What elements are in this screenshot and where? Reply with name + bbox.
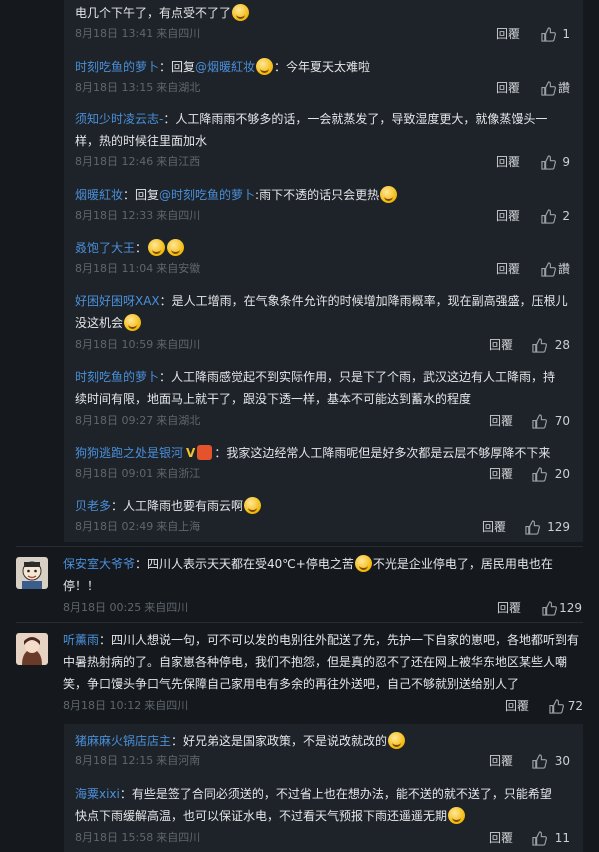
reply-meta: 8月18日 13:15 来自湖北 [75,81,201,94]
reply-button[interactable]: 回覆 [496,24,520,44]
reply-button[interactable]: 回覆 [489,464,513,484]
user-name-link[interactable]: 叒饱了大王 [75,241,135,255]
comment-text: 听薰雨：四川人想说一句，可不可以发的电别往外配送了先，先护一下自家的崽吧，各地都… [63,633,580,691]
like-count: 30 [554,754,570,768]
reply-text: 时刻吃鱼的萝卜：回复@烟暖紅妆 ：今年夏天太难啦 [75,58,371,75]
reply-button[interactable]: 回覆 [489,828,513,848]
reply-button[interactable]: 回覆 [482,517,506,537]
reply-text: 好困好困呀XAX：是人工增雨，在气象条件允许的时候增加降雨概率，现在副高强盛，压… [75,294,568,331]
reply-meta: 8月18日 13:41 来自四川 [75,27,201,40]
reply-text: 须知少时凌云志-：人工降雨雨不够多的话，一会就蒸发了，导致湿度更大，就像蒸馒头一… [75,112,548,148]
sad-emoji-icon [380,186,398,203]
like-count: 129 [547,520,570,534]
like-count: 2 [562,209,570,223]
reply-text: 贝老多：人工降雨也要有雨云啊 [75,495,575,517]
avatar[interactable] [16,633,48,665]
sad-emoji-icon [448,807,466,824]
user-name-link[interactable]: 时刻吃鱼的萝卜 [75,370,159,384]
reply-meta: 8月18日 09:01 来自浙江 [75,467,201,480]
user-name-link[interactable]: 狗狗逃跑之处是银河 [75,446,183,460]
reply-button[interactable]: 回覆 [496,259,520,279]
user-name-link[interactable]: 好困好困呀XAX [75,294,160,308]
reply-text: 叒饱了大王： [75,237,575,259]
reply-button[interactable]: 回覆 [496,78,520,98]
crying-emoji-icon [167,239,185,256]
comment-text: 保安室大爷爷：四川人表示天天都在受40℃+停电之苦 不光是企业停电了，居民用电也在… [63,555,553,593]
reply-button[interactable]: 回覆 [489,751,513,771]
user-name-link[interactable]: 猪麻麻火锅店店主 [75,734,171,748]
reply-meta: 8月18日 09:27 来自湖北 [75,414,201,427]
like-count: 129 [559,601,582,615]
laughing-emoji-icon [388,732,406,749]
like-count: 11 [554,831,570,845]
reply-button[interactable]: 回覆 [505,696,529,716]
divider [16,546,583,547]
comment-meta: 8月18日 00:25 来自四川 [63,601,189,614]
laughing-emoji-icon [124,314,142,331]
reply-meta: 8月18日 15:58 来自四川 [75,831,201,844]
user-name-link[interactable]: 听薰雨 [63,633,99,647]
like-count: 讚 [557,262,570,276]
crying-emoji-icon [148,239,166,256]
reply-meta: 8月18日 12:46 来自江西 [75,155,201,168]
laughing-emoji-icon [244,497,262,514]
laughing-emoji-icon [232,4,250,21]
like-count: 讚 [557,81,570,95]
comment-meta: 8月18日 10:12 来自四川 [63,699,189,712]
mention-link[interactable]: @烟暖紅妆 [195,60,255,74]
comment-thread: 电几个下午了，有点受不了了 8月18日 13:41 来自四川 回覆 1 时刻吃鱼的… [0,0,599,852]
like-count: 20 [554,467,570,481]
like-count: 72 [567,699,583,713]
reply-button[interactable]: 回覆 [496,152,520,172]
reply-text: 猪麻麻火锅店店主：好兄弟这是国家政策，不是说改就改的 [75,730,575,752]
user-name-link[interactable]: 须知少时凌云志- [75,112,163,126]
like-count: 1 [562,27,570,41]
like-count: 70 [554,414,570,428]
user-name-link[interactable]: 时刻吃鱼的萝卜 [75,60,159,74]
reply-text: 时刻吃鱼的萝卜：人工降雨感觉起不到实际作用，只是下了个雨，武汉这边有人工降雨，持… [75,370,556,406]
user-name-link[interactable]: 烟暖紅妆 [75,188,123,202]
user-name-link[interactable]: 海粟xixi [75,787,120,801]
verified-badge-icon: V [186,446,196,460]
reply-button[interactable]: 回覆 [489,335,513,355]
like-count: 9 [562,155,570,169]
reply-button[interactable]: 回覆 [497,598,521,618]
reply-meta: 8月18日 10:59 来自四川 [75,338,201,351]
reply-meta: 8月18日 12:33 来自四川 [75,209,201,222]
user-name-link[interactable]: 贝老多 [75,499,111,513]
reply-text: 烟暖紅妆：回复@时刻吃鱼的萝卜:雨下不透的话只会更热 [75,184,575,206]
reply-meta: 8月18日 02:49 来自上海 [75,520,201,533]
user-name-link[interactable]: 保安室大爷爷 [63,557,135,571]
divider [16,622,583,623]
reply-meta: 8月18日 12:15 来自河南 [75,754,201,767]
reply-meta: 8月18日 11:04 来自安徽 [75,262,201,275]
member-badge-icon [197,445,213,460]
like-count: 28 [554,338,570,352]
reply-button[interactable]: 回覆 [489,411,513,431]
avatar[interactable] [16,557,48,589]
reply-button[interactable]: 回覆 [496,206,520,226]
smile-emoji-icon [354,555,372,572]
reply-text: 狗狗逃跑之处是银河 V ：我家这边经常人工降雨呢但是好多次都是云层不够厚降不下来 [75,442,575,464]
reply-text: 海粟xixi：有些是签了合同必须送的，不过省上也在想办法，能不送的就不送了，只能… [75,787,552,824]
reply-text: 电几个下午了，有点受不了了 [75,2,575,24]
sad-emoji-icon [256,58,274,75]
mention-link[interactable]: @时刻吃鱼的萝卜 [159,188,255,202]
